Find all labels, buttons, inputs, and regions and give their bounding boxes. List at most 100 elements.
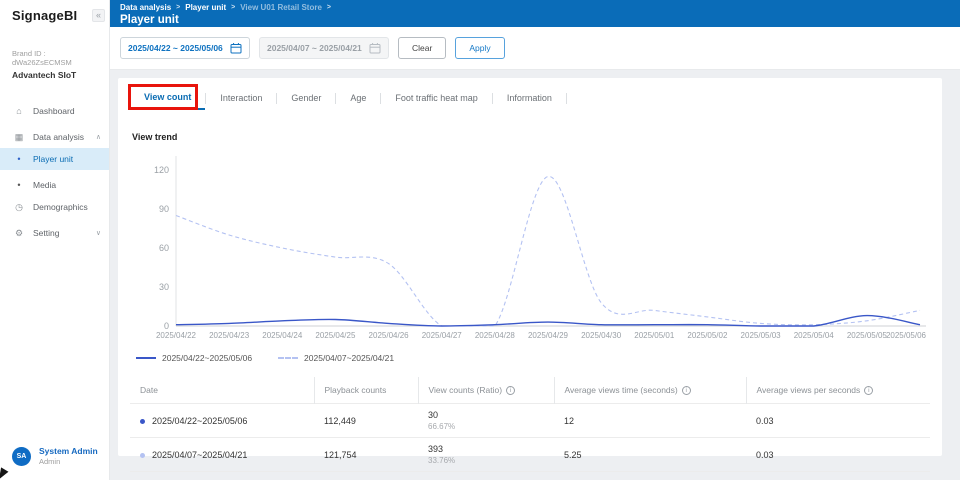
user-name: System Admin [39, 446, 98, 456]
sidebar-item-data-analysis[interactable]: ▦ Data analysis ∧ [0, 126, 109, 148]
sidebar-item-label: Demographics [33, 202, 88, 212]
column-average-views-per-seconds: Average views per secondsi [746, 377, 930, 404]
legend-sample [136, 357, 156, 359]
cell-date: 2025/04/22~2025/05/06 [130, 404, 314, 438]
svg-text:2025/05/03: 2025/05/03 [741, 331, 782, 340]
legend-label: 2025/04/07~2025/04/21 [304, 353, 394, 363]
demographics-icon: ◷ [13, 202, 25, 213]
svg-text:2025/04/25: 2025/04/25 [315, 331, 356, 340]
svg-text:2025/04/22: 2025/04/22 [156, 331, 197, 340]
tab-divider [566, 93, 567, 104]
svg-text:2025/04/30: 2025/04/30 [581, 331, 622, 340]
cell-playback: 121,754 [314, 438, 418, 472]
sidebar-item-setting[interactable]: ⚙ Setting ∨ [0, 222, 109, 244]
app-logo: SignageBI [12, 8, 77, 23]
tab-information[interactable]: Information [493, 86, 566, 110]
sidebar: SignageBI « Brand ID : dWa26ZsECMSM Adva… [0, 0, 110, 480]
trend-chart-svg: 0 30 60 90 120 2025/04/22 2025/04/23 2025/04/24… [130, 144, 930, 342]
view-count: 393 [428, 444, 544, 454]
breadcrumb-view-store[interactable]: View U01 Retail Store [240, 3, 322, 12]
breadcrumb-data-analysis[interactable]: Data analysis [120, 3, 171, 12]
tab-foot-traffic-heat-map[interactable]: Foot traffic heat map [381, 86, 491, 110]
app-root: SignageBI « Brand ID : dWa26ZsECMSM Adva… [0, 0, 960, 480]
tab-view-count[interactable]: View count [130, 86, 205, 110]
date-range-compare[interactable]: 2025/04/07 ~ 2025/04/21 [259, 37, 389, 59]
svg-text:2025/04/28: 2025/04/28 [475, 331, 516, 340]
date-range-compare-value: 2025/04/07 ~ 2025/04/21 [267, 43, 362, 53]
info-icon[interactable]: i [864, 386, 873, 395]
legend-item-previous[interactable]: 2025/04/07~2025/04/21 [278, 353, 394, 363]
calendar-icon [369, 42, 381, 54]
cell-avg-time: 12 [554, 404, 746, 438]
sidebar-collapse-icon[interactable]: « [92, 9, 105, 22]
table-row: 2025/04/22~2025/05/06 112,449 30 66.67% … [130, 404, 930, 438]
table-header-row: Date Playback counts View counts (Ratio)… [130, 377, 930, 404]
chevron-down-icon: ∨ [96, 229, 101, 237]
content-card: View count Interaction Gender Age Foot t… [118, 78, 942, 456]
svg-text:90: 90 [159, 204, 169, 214]
user-role: Admin [39, 457, 98, 466]
content-area: View count Interaction Gender Age Foot t… [110, 70, 960, 480]
svg-text:2025/04/29: 2025/04/29 [528, 331, 569, 340]
table-row: 2025/04/07~2025/04/21 121,754 393 33.76%… [130, 438, 930, 472]
legend-item-current[interactable]: 2025/04/22~2025/05/06 [136, 353, 252, 363]
svg-text:2025/04/24: 2025/04/24 [262, 331, 303, 340]
svg-text:30: 30 [159, 282, 169, 292]
svg-text:0: 0 [164, 321, 169, 331]
cell-avg-per-sec: 0.03 [746, 438, 930, 472]
svg-text:2025/05/02: 2025/05/02 [687, 331, 728, 340]
legend-label: 2025/04/22~2025/05/06 [162, 353, 252, 363]
view-ratio: 66.67% [428, 422, 544, 431]
home-icon: ⌂ [13, 106, 25, 116]
clear-button[interactable]: Clear [398, 37, 446, 59]
sidebar-item-media[interactable]: • Media [0, 174, 109, 196]
sidebar-item-dashboard[interactable]: ⌂ Dashboard [0, 100, 109, 122]
breadcrumb: Data analysis > Player unit > View U01 R… [120, 3, 960, 12]
date-range-primary[interactable]: 2025/04/22 ~ 2025/05/06 [120, 37, 250, 59]
tab-bar: View count Interaction Gender Age Foot t… [130, 86, 930, 110]
cell-avg-per-sec: 0.03 [746, 404, 930, 438]
bullet-icon: • [13, 154, 25, 164]
breadcrumb-player-unit[interactable]: Player unit [185, 3, 226, 12]
filter-bar: 2025/04/22 ~ 2025/05/06 2025/04/07 ~ 202… [110, 27, 960, 70]
breadcrumb-separator: > [231, 4, 235, 11]
sidebar-item-label: Data analysis [33, 132, 84, 142]
chart-title: View trend [132, 132, 930, 142]
breadcrumb-separator: > [327, 4, 331, 11]
breadcrumb-separator: > [176, 4, 180, 11]
tab-gender[interactable]: Gender [277, 86, 335, 110]
column-view-counts: View counts (Ratio)i [418, 377, 554, 404]
gear-icon: ⚙ [13, 228, 25, 239]
sidebar-item-player-unit[interactable]: • Player unit [0, 148, 109, 170]
avatar: SA [12, 447, 31, 466]
tab-age[interactable]: Age [336, 86, 380, 110]
svg-text:2025/05/01: 2025/05/01 [634, 331, 675, 340]
sidebar-item-label: Setting [33, 228, 59, 238]
calendar-icon [230, 42, 242, 54]
view-count: 30 [428, 410, 544, 420]
page-header: Data analysis > Player unit > View U01 R… [110, 0, 960, 27]
sidebar-item-label: Dashboard [33, 106, 75, 116]
chart-icon: ▦ [13, 132, 25, 143]
brand-id: Brand ID : dWa26ZsECMSM [12, 49, 97, 67]
svg-text:2025/05/04: 2025/05/04 [794, 331, 835, 340]
column-playback-counts: Playback counts [314, 377, 418, 404]
info-icon[interactable]: i [506, 386, 515, 395]
tab-interaction[interactable]: Interaction [206, 86, 276, 110]
svg-text:2025/05/05: 2025/05/05 [847, 331, 888, 340]
page-title: Player unit [120, 14, 960, 26]
bullet-icon: • [13, 180, 25, 190]
apply-button[interactable]: Apply [455, 37, 504, 59]
user-profile[interactable]: SA System Admin Admin [0, 446, 110, 466]
info-icon[interactable]: i [682, 386, 691, 395]
svg-text:60: 60 [159, 243, 169, 253]
svg-text:120: 120 [154, 165, 169, 175]
trend-chart: 0 30 60 90 120 2025/04/22 2025/04/23 2025/04/24… [130, 144, 930, 347]
chevron-up-icon: ∧ [96, 133, 101, 141]
legend-sample [278, 357, 298, 359]
cell-views: 30 66.67% [418, 404, 554, 438]
sidebar-item-demographics[interactable]: ◷ Demographics [0, 196, 109, 218]
column-average-views-time: Average views time (seconds)i [554, 377, 746, 404]
column-date: Date [130, 377, 314, 404]
svg-text:2025/04/23: 2025/04/23 [209, 331, 250, 340]
